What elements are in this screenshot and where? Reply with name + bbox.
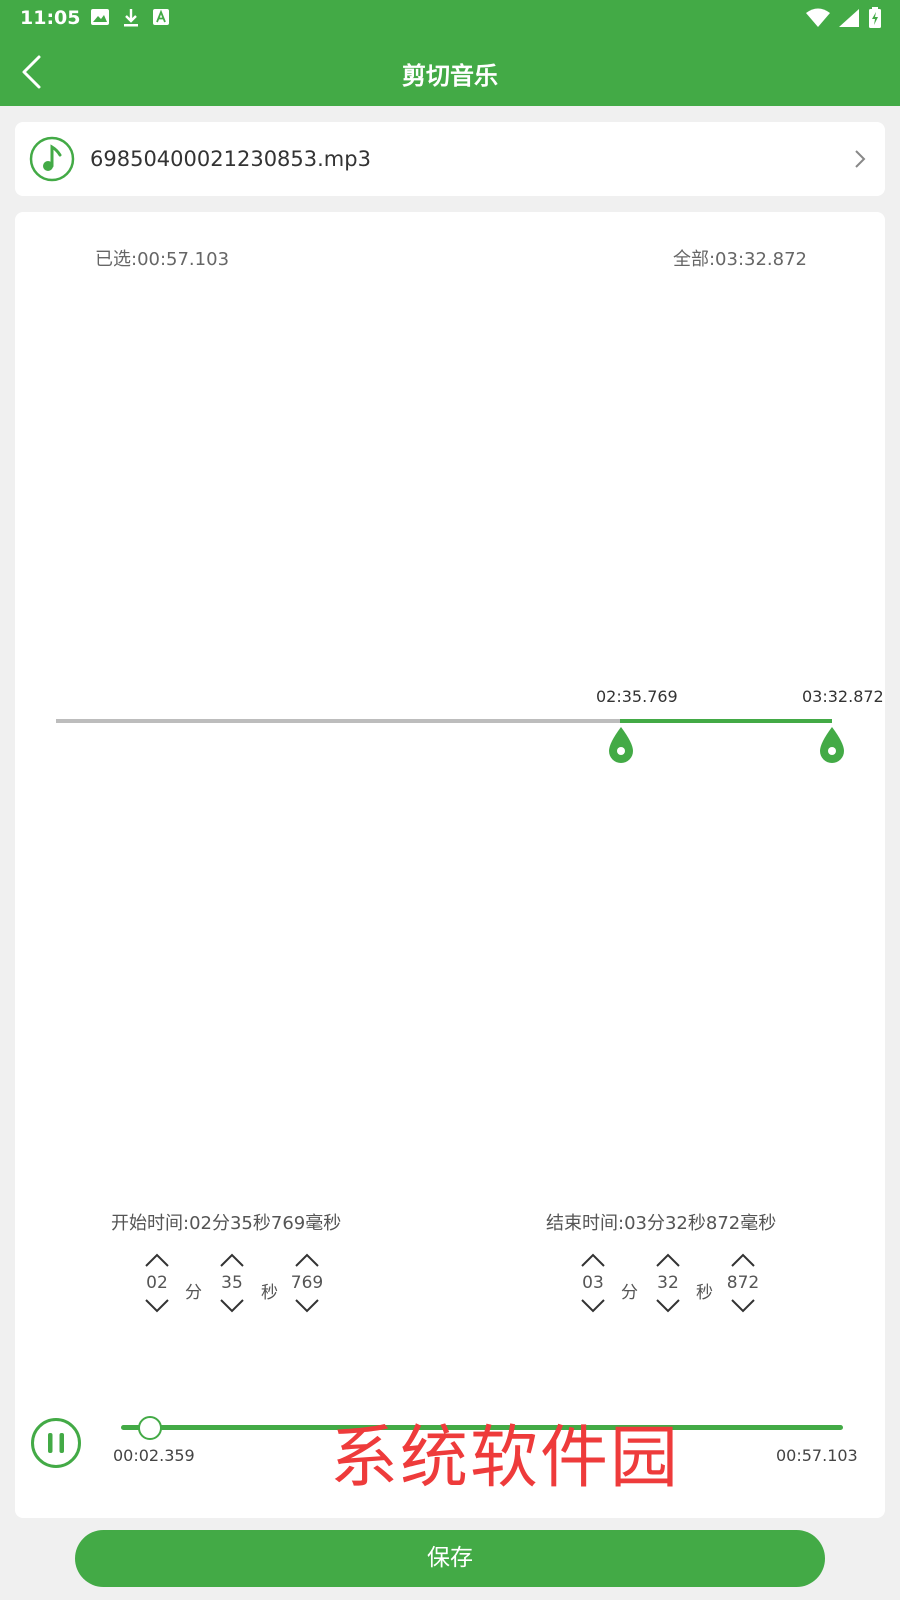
end-millis-stepper: 872 [713, 1252, 773, 1314]
page-title: 剪切音乐 [402, 62, 498, 90]
save-button[interactable]: 保存 [75, 1530, 825, 1587]
start-minutes-value: 02 [146, 1273, 168, 1293]
chevron-down-icon[interactable] [144, 1298, 170, 1314]
battery-icon [868, 7, 882, 33]
minutes-unit: 分 [621, 1283, 638, 1303]
start-millis-value: 769 [290, 1273, 324, 1293]
chevron-up-icon[interactable] [730, 1252, 756, 1268]
start-marker-handle[interactable] [607, 725, 635, 769]
chevron-down-icon[interactable] [655, 1298, 681, 1314]
chevron-down-icon[interactable] [294, 1298, 320, 1314]
app-bar: 剪切音乐 [0, 36, 900, 106]
minutes-unit: 分 [185, 1283, 202, 1303]
selected-duration: 已选:00:57.103 [95, 249, 230, 270]
music-note-icon [29, 136, 75, 186]
file-selector[interactable]: 69850400021230853.mp3 [15, 122, 885, 196]
chevron-up-icon[interactable] [294, 1252, 320, 1268]
status-time: 11:05 [20, 7, 81, 29]
start-millis-stepper: 769 [277, 1252, 337, 1314]
end-seconds-stepper: 32 [638, 1252, 698, 1314]
end-marker-label: 03:32.872 [802, 687, 884, 706]
end-marker-handle[interactable] [818, 725, 846, 769]
watermark: 系统软件园 [330, 1419, 681, 1498]
chevron-up-icon[interactable] [580, 1252, 606, 1268]
image-icon [90, 8, 110, 32]
selected-range-track [620, 719, 832, 723]
end-time-label: 结束时间:03分32秒872毫秒 [546, 1213, 777, 1234]
signal-icon [838, 8, 860, 32]
download-icon [122, 8, 140, 32]
chevron-down-icon[interactable] [730, 1298, 756, 1314]
file-name: 69850400021230853.mp3 [90, 147, 371, 171]
end-minutes-stepper: 03 [563, 1252, 623, 1314]
wifi-icon [806, 8, 830, 32]
pause-icon [31, 1418, 81, 1468]
playback-current-time: 00:02.359 [113, 1446, 195, 1465]
total-duration: 全部:03:32.872 [672, 249, 807, 270]
chevron-up-icon[interactable] [219, 1252, 245, 1268]
playback-duration: 00:57.103 [776, 1446, 858, 1465]
trim-panel: 已选:00:57.103 全部:03:32.872 02:35.769 03:3… [15, 212, 885, 1518]
chevron-up-icon[interactable] [144, 1252, 170, 1268]
end-minutes-value: 03 [582, 1273, 604, 1293]
unselected-range-track [56, 719, 620, 723]
start-time-label: 开始时间:02分35秒769毫秒 [111, 1213, 342, 1234]
end-seconds-value: 32 [657, 1273, 679, 1293]
start-minutes-stepper: 02 [127, 1252, 187, 1314]
end-millis-value: 872 [726, 1273, 760, 1293]
drop-pin-icon [609, 727, 633, 763]
chevron-right-icon [853, 148, 867, 174]
drop-pin-icon [820, 727, 844, 763]
chevron-up-icon[interactable] [655, 1252, 681, 1268]
seconds-unit: 秒 [696, 1283, 713, 1303]
text-a-icon [152, 8, 170, 32]
playback-progress-thumb[interactable] [138, 1416, 162, 1440]
pause-button[interactable] [30, 1417, 82, 1473]
chevron-down-icon[interactable] [219, 1298, 245, 1314]
status-bar: 11:05 [0, 0, 900, 36]
start-marker-label: 02:35.769 [596, 687, 678, 706]
start-seconds-value: 35 [221, 1273, 243, 1293]
chevron-down-icon[interactable] [580, 1298, 606, 1314]
start-seconds-stepper: 35 [202, 1252, 262, 1314]
seconds-unit: 秒 [261, 1283, 278, 1303]
